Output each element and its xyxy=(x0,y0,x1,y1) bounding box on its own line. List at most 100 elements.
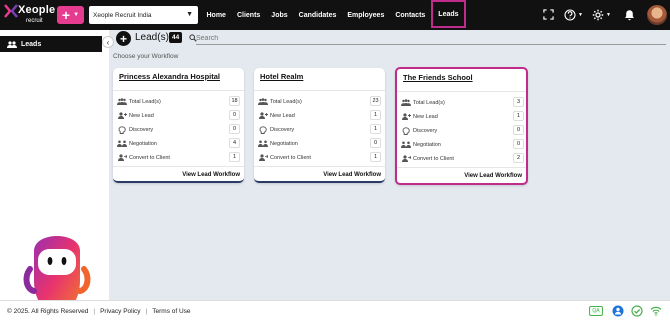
stat-row-negotiation: Negotiation 4 xyxy=(117,138,240,149)
stat-value: 1 xyxy=(229,152,240,162)
brain-icon xyxy=(258,125,268,134)
stat-value: 0 xyxy=(229,124,240,134)
card-title[interactable]: Princess Alexandra Hospital xyxy=(119,72,220,81)
workflow-card[interactable]: Princess Alexandra Hospital Total Lead(s… xyxy=(113,68,244,183)
divider xyxy=(397,91,526,92)
group-icon xyxy=(258,98,268,106)
stat-value: 1 xyxy=(513,111,524,121)
nav-clients[interactable]: Clients xyxy=(231,0,265,30)
stat-row-discovery: Discovery 0 xyxy=(401,125,524,136)
copyright-text: © 2025. All Rights Reserved xyxy=(7,308,89,315)
qa-badge[interactable]: QA xyxy=(589,306,603,316)
quick-add-button[interactable]: + ▼ xyxy=(57,6,84,24)
search-input[interactable] xyxy=(196,32,666,45)
stat-value: 3 xyxy=(513,97,524,107)
nav-candidates[interactable]: Candidates xyxy=(293,0,342,30)
workflow-card[interactable]: The Friends School Total Lead(s) 3 New L… xyxy=(395,67,528,185)
fullscreen-icon[interactable] xyxy=(543,9,554,20)
avatar[interactable] xyxy=(647,5,667,25)
xeople-logo[interactable]: Xeople recruit xyxy=(4,3,56,27)
sidebar-item-label: Leads xyxy=(21,40,42,48)
footer-links: © 2025. All Rights Reserved | Privacy Po… xyxy=(7,308,191,315)
main-nav: Home Clients Jobs Candidates Employees C… xyxy=(201,0,467,30)
add-person-icon xyxy=(401,113,411,121)
nav-home[interactable]: Home xyxy=(201,0,231,30)
main-content: + Lead(s) 44 Choose your Workflow Prince… xyxy=(109,30,670,300)
stat-label: New Lead xyxy=(270,112,295,119)
stat-label: Convert to Client xyxy=(270,154,311,161)
stat-label: New Lead xyxy=(129,112,154,119)
add-lead-button[interactable]: + xyxy=(116,31,131,46)
company-select[interactable]: Xeople Recruit India ▼ xyxy=(89,6,198,24)
view-lead-workflow-link[interactable]: View Lead Workflow xyxy=(182,172,240,178)
divider xyxy=(254,90,385,91)
stat-value: 2 xyxy=(513,153,524,163)
card-title[interactable]: The Friends School xyxy=(403,73,473,82)
stat-row-negotiation: Negotiation 0 xyxy=(401,139,524,150)
stat-row-total: Total Lead(s) 23 xyxy=(258,96,381,107)
collapse-sidebar-button[interactable]: ‹ xyxy=(102,36,114,48)
stat-value: 1 xyxy=(370,124,381,134)
group-icon xyxy=(401,99,411,107)
meeting-icon xyxy=(117,140,127,148)
meeting-icon xyxy=(258,140,268,148)
stat-value: 18 xyxy=(229,96,240,106)
stat-row-convert: Convert to Client 2 xyxy=(401,153,524,164)
stat-value: 4 xyxy=(229,138,240,148)
logo-x-icon xyxy=(4,4,18,18)
nav-jobs[interactable]: Jobs xyxy=(266,0,293,30)
stat-label: Total Lead(s) xyxy=(270,98,302,105)
stat-label: Negotiation xyxy=(270,140,298,147)
stat-label: Convert to Client xyxy=(129,154,170,161)
help-icon xyxy=(564,9,576,21)
chevron-down-icon: ▼ xyxy=(186,11,193,18)
nav-leads[interactable]: Leads xyxy=(430,0,467,28)
nav-employees[interactable]: Employees xyxy=(342,0,390,30)
stat-value: 1 xyxy=(370,110,381,120)
divider xyxy=(113,166,244,167)
plus-icon: + xyxy=(61,7,71,23)
view-lead-workflow-link[interactable]: View Lead Workflow xyxy=(464,173,522,179)
sidebar-item-leads[interactable]: Leads xyxy=(0,36,102,52)
logo-text: Xeople xyxy=(18,4,56,16)
help-menu[interactable]: ▼ xyxy=(564,8,586,22)
footer: © 2025. All Rights Reserved | Privacy Po… xyxy=(0,300,670,321)
view-lead-workflow-link[interactable]: View Lead Workflow xyxy=(323,172,381,178)
stat-row-new-lead: New Lead 1 xyxy=(401,111,524,122)
stat-label: Negotiation xyxy=(413,141,441,148)
stat-value: 0 xyxy=(229,110,240,120)
card-title[interactable]: Hotel Realm xyxy=(260,72,303,81)
stat-value: 1 xyxy=(370,152,381,162)
convert-person-icon xyxy=(401,155,411,163)
workflow-card[interactable]: Hotel Realm Total Lead(s) 23 New Lead 1 … xyxy=(254,68,385,183)
stat-label: New Lead xyxy=(413,113,438,120)
bell-icon[interactable] xyxy=(624,9,635,21)
brain-icon xyxy=(401,126,411,135)
nav-contacts[interactable]: Contacts xyxy=(390,0,431,30)
chevron-down-icon: ▼ xyxy=(606,12,611,18)
stat-value: 0 xyxy=(513,139,524,149)
divider xyxy=(397,167,526,168)
stat-value: 23 xyxy=(370,96,381,106)
divider xyxy=(113,90,244,91)
brain-icon xyxy=(117,125,127,134)
chevron-down-icon: ▼ xyxy=(73,12,80,18)
privacy-policy-link[interactable]: Privacy Policy xyxy=(100,308,140,315)
settings-menu[interactable]: ▼ xyxy=(592,8,614,22)
check-circle-icon[interactable] xyxy=(631,305,643,317)
terms-of-use-link[interactable]: Terms of Use xyxy=(152,308,190,315)
chevron-down-icon: ▼ xyxy=(578,12,583,18)
divider: | xyxy=(145,308,148,315)
convert-person-icon xyxy=(117,154,127,162)
user-info-icon[interactable] xyxy=(612,305,624,317)
stat-row-total: Total Lead(s) 3 xyxy=(401,97,524,108)
top-bar: Xeople recruit + ▼ Xeople Recruit India … xyxy=(0,0,670,30)
stat-label: Negotiation xyxy=(129,140,157,147)
logo-subtext: recruit xyxy=(26,18,43,24)
stat-row-negotiation: Negotiation 0 xyxy=(258,138,381,149)
group-icon xyxy=(117,98,127,106)
stat-row-new-lead: New Lead 0 xyxy=(117,110,240,121)
wifi-icon[interactable] xyxy=(650,305,662,317)
stat-label: Discovery xyxy=(413,127,438,134)
stat-row-discovery: Discovery 1 xyxy=(258,124,381,135)
